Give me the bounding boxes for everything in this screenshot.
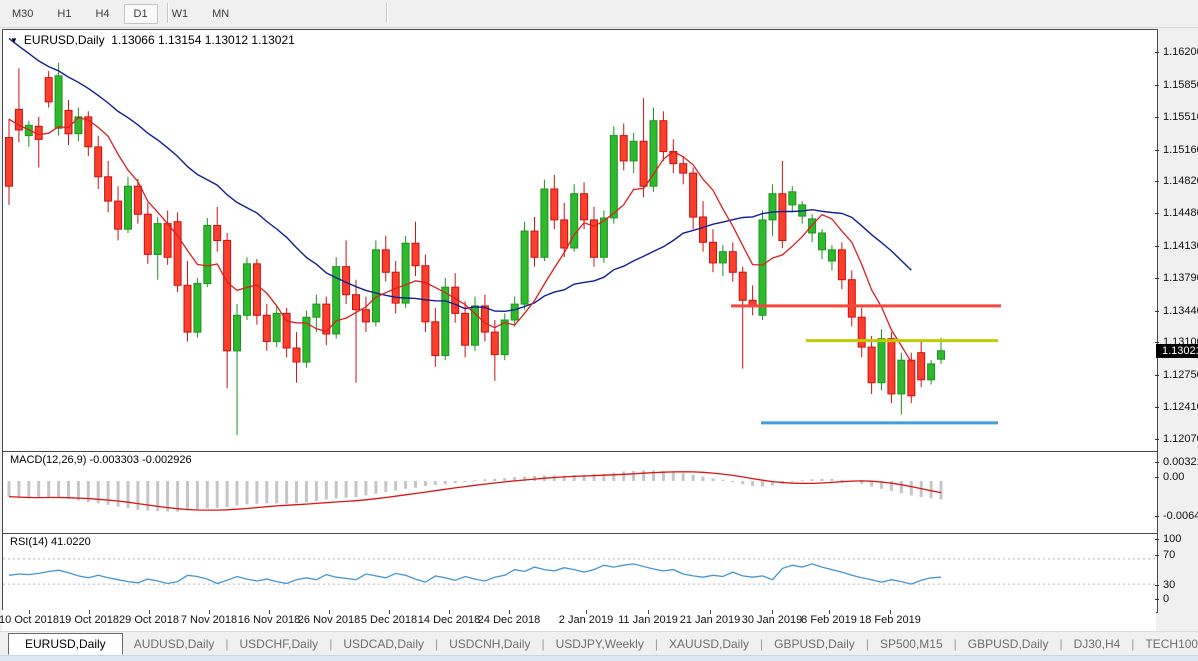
axis-tick (1155, 278, 1159, 279)
date-axis-label: 2 Jan 2019 (559, 614, 613, 626)
macd-label: MACD(12,26,9) -0.003303 -0.002926 (10, 454, 192, 466)
date-axis-label: 14 Dec 2018 (418, 614, 480, 626)
axis-tick (1155, 462, 1159, 463)
price-axis-label: 1.13790 (1156, 272, 1198, 284)
date-axis-label: 7 Nov 2018 (181, 614, 237, 626)
rsi-axis-label: 70 (1156, 549, 1198, 561)
chart-tab-USDJPY-Weekly[interactable]: USDJPY,Weekly (545, 634, 655, 654)
chart-tab-EURUSD-Daily[interactable]: EURUSD,Daily (8, 633, 123, 655)
rsi-indicator-panel[interactable]: RSI(14) 41.0220 (2, 533, 1158, 613)
date-axis-label: 8 Feb 2019 (801, 614, 857, 626)
axis-tick (1155, 555, 1159, 556)
date-axis-label: 18 Feb 2019 (859, 614, 921, 626)
macd-axis-label: -0.006485 (1156, 510, 1198, 522)
bottom-dock-strip (0, 655, 1198, 661)
date-axis-label: 5 Dec 2018 (361, 614, 417, 626)
price-axis-label: 1.15510 (1156, 111, 1198, 123)
chart-symbol-period: EURUSD,Daily (24, 33, 105, 47)
toolbar-separator (167, 3, 169, 23)
axis-tick (1155, 599, 1159, 600)
price-chart-panel[interactable]: ▼ EURUSD,Daily 1.13066 1.13154 1.13012 1.… (2, 29, 1158, 452)
axis-tick (1155, 52, 1159, 53)
timeframe-button-H4[interactable]: H4 (85, 4, 119, 24)
chart-tab-GBPUSD-Daily[interactable]: GBPUSD,Daily (957, 634, 1060, 654)
candlestick-canvas[interactable] (3, 30, 1155, 449)
timeframe-button-H1[interactable]: H1 (47, 4, 81, 24)
chart-title: ▼ EURUSD,Daily 1.13066 1.13154 1.13012 1.… (10, 33, 295, 47)
timeframe-button-M30[interactable]: M30 (2, 4, 43, 24)
mt4-window: M30H1H4D1W1MN ▼ EURUSD,Daily 1.13066 1.13… (0, 0, 1198, 660)
date-axis-label: 21 Jan 2019 (680, 614, 741, 626)
chart-tab-USDCHF-Daily[interactable]: USDCHF,Daily (229, 634, 330, 654)
date-axis: 10 Oct 201819 Oct 201829 Oct 20187 Nov 2… (2, 610, 1156, 631)
axis-tick (1155, 407, 1159, 408)
rsi-canvas[interactable] (3, 534, 1155, 610)
chart-tab-USDCAD-Daily[interactable]: USDCAD,Daily (332, 634, 435, 654)
axis-tick (1155, 439, 1159, 440)
chart-tab-GBPUSD-Daily[interactable]: GBPUSD,Daily (763, 634, 866, 654)
chart-tab-SP500-M15[interactable]: SP500,M15 (869, 634, 954, 654)
date-axis-label: 29 Oct 2018 (119, 614, 179, 626)
timeframe-toolbar: M30H1H4D1W1MN (0, 0, 1198, 28)
axis-tick (1155, 311, 1159, 312)
price-axis-label: 1.13440 (1156, 305, 1198, 317)
chart-menu-arrow-icon[interactable]: ▼ (10, 36, 18, 45)
date-axis-label: 26 Nov 2018 (298, 614, 360, 626)
timeframe-button-MN[interactable]: MN (202, 4, 239, 24)
chart-tab-XAUUSD-Daily[interactable]: XAUUSD,Daily (658, 634, 760, 654)
price-axis-label: 1.16200 (1156, 46, 1198, 58)
price-axis-label: 1.14480 (1156, 207, 1198, 219)
axis-tick (1155, 150, 1159, 151)
slow-ma-line (9, 38, 911, 311)
chart-tab-bar: EURUSD,DailyAUDUSD,Daily|USDCHF,Daily|US… (0, 631, 1198, 655)
macd-axis-label: 0.003216 (1156, 456, 1198, 468)
axis-tick (1155, 117, 1159, 118)
rsi-axis-label: 0 (1156, 593, 1198, 605)
axis-tick (1155, 585, 1159, 586)
rsi-line (9, 564, 941, 584)
price-axis-label: 1.14130 (1156, 240, 1198, 252)
price-axis-label: 1.12750 (1156, 369, 1198, 381)
price-axis-label: 1.12070 (1156, 433, 1198, 445)
rsi-axis-label: 100 (1156, 533, 1198, 545)
chart-tab-AUDUSD-Daily[interactable]: AUDUSD,Daily (123, 634, 226, 654)
axis-tick (1155, 213, 1159, 214)
timeframe-button-D1[interactable]: D1 (124, 4, 158, 24)
rsi-label: RSI(14) 41.0220 (10, 536, 91, 548)
price-axis-label: 1.15160 (1156, 144, 1198, 156)
price-axis-label: 1.12410 (1156, 401, 1198, 413)
chart-tab-DJ30-H4[interactable]: DJ30,H4 (1063, 634, 1132, 654)
toolbar-separator (386, 3, 388, 23)
date-axis-label: 19 Oct 2018 (59, 614, 119, 626)
axis-tick (1155, 181, 1159, 182)
chart-tab-USDCNH-Daily[interactable]: USDCNH,Daily (438, 634, 541, 654)
axis-tick (1155, 539, 1159, 540)
rsi-axis-label: 30 (1156, 579, 1198, 591)
axis-tick (1155, 375, 1159, 376)
date-axis-label: 30 Jan 2019 (742, 614, 803, 626)
chart-ohlc-values: 1.13066 1.13154 1.13012 1.13021 (111, 33, 295, 47)
axis-tick (1155, 477, 1159, 478)
price-axis-label: 1.15850 (1156, 79, 1198, 91)
macd-indicator-panel[interactable]: MACD(12,26,9) -0.003303 -0.002926 (2, 451, 1158, 535)
date-axis-label: 24 Dec 2018 (478, 614, 540, 626)
date-axis-label: 10 Oct 2018 (0, 614, 59, 626)
price-axis-label: 1.14820 (1156, 175, 1198, 187)
date-axis-label: 16 Nov 2018 (238, 614, 300, 626)
candles (6, 63, 945, 435)
axis-tick (1155, 246, 1159, 247)
macd-axis-label: 0.00 (1156, 471, 1198, 483)
current-price-badge: 1.13021 (1156, 344, 1198, 358)
axis-tick (1155, 85, 1159, 86)
date-axis-label: 11 Jan 2019 (618, 614, 678, 626)
axis-tick (1155, 516, 1159, 517)
axis-tick (1155, 342, 1159, 343)
chart-tab-TECH100[interactable]: TECH100 (1134, 634, 1198, 654)
